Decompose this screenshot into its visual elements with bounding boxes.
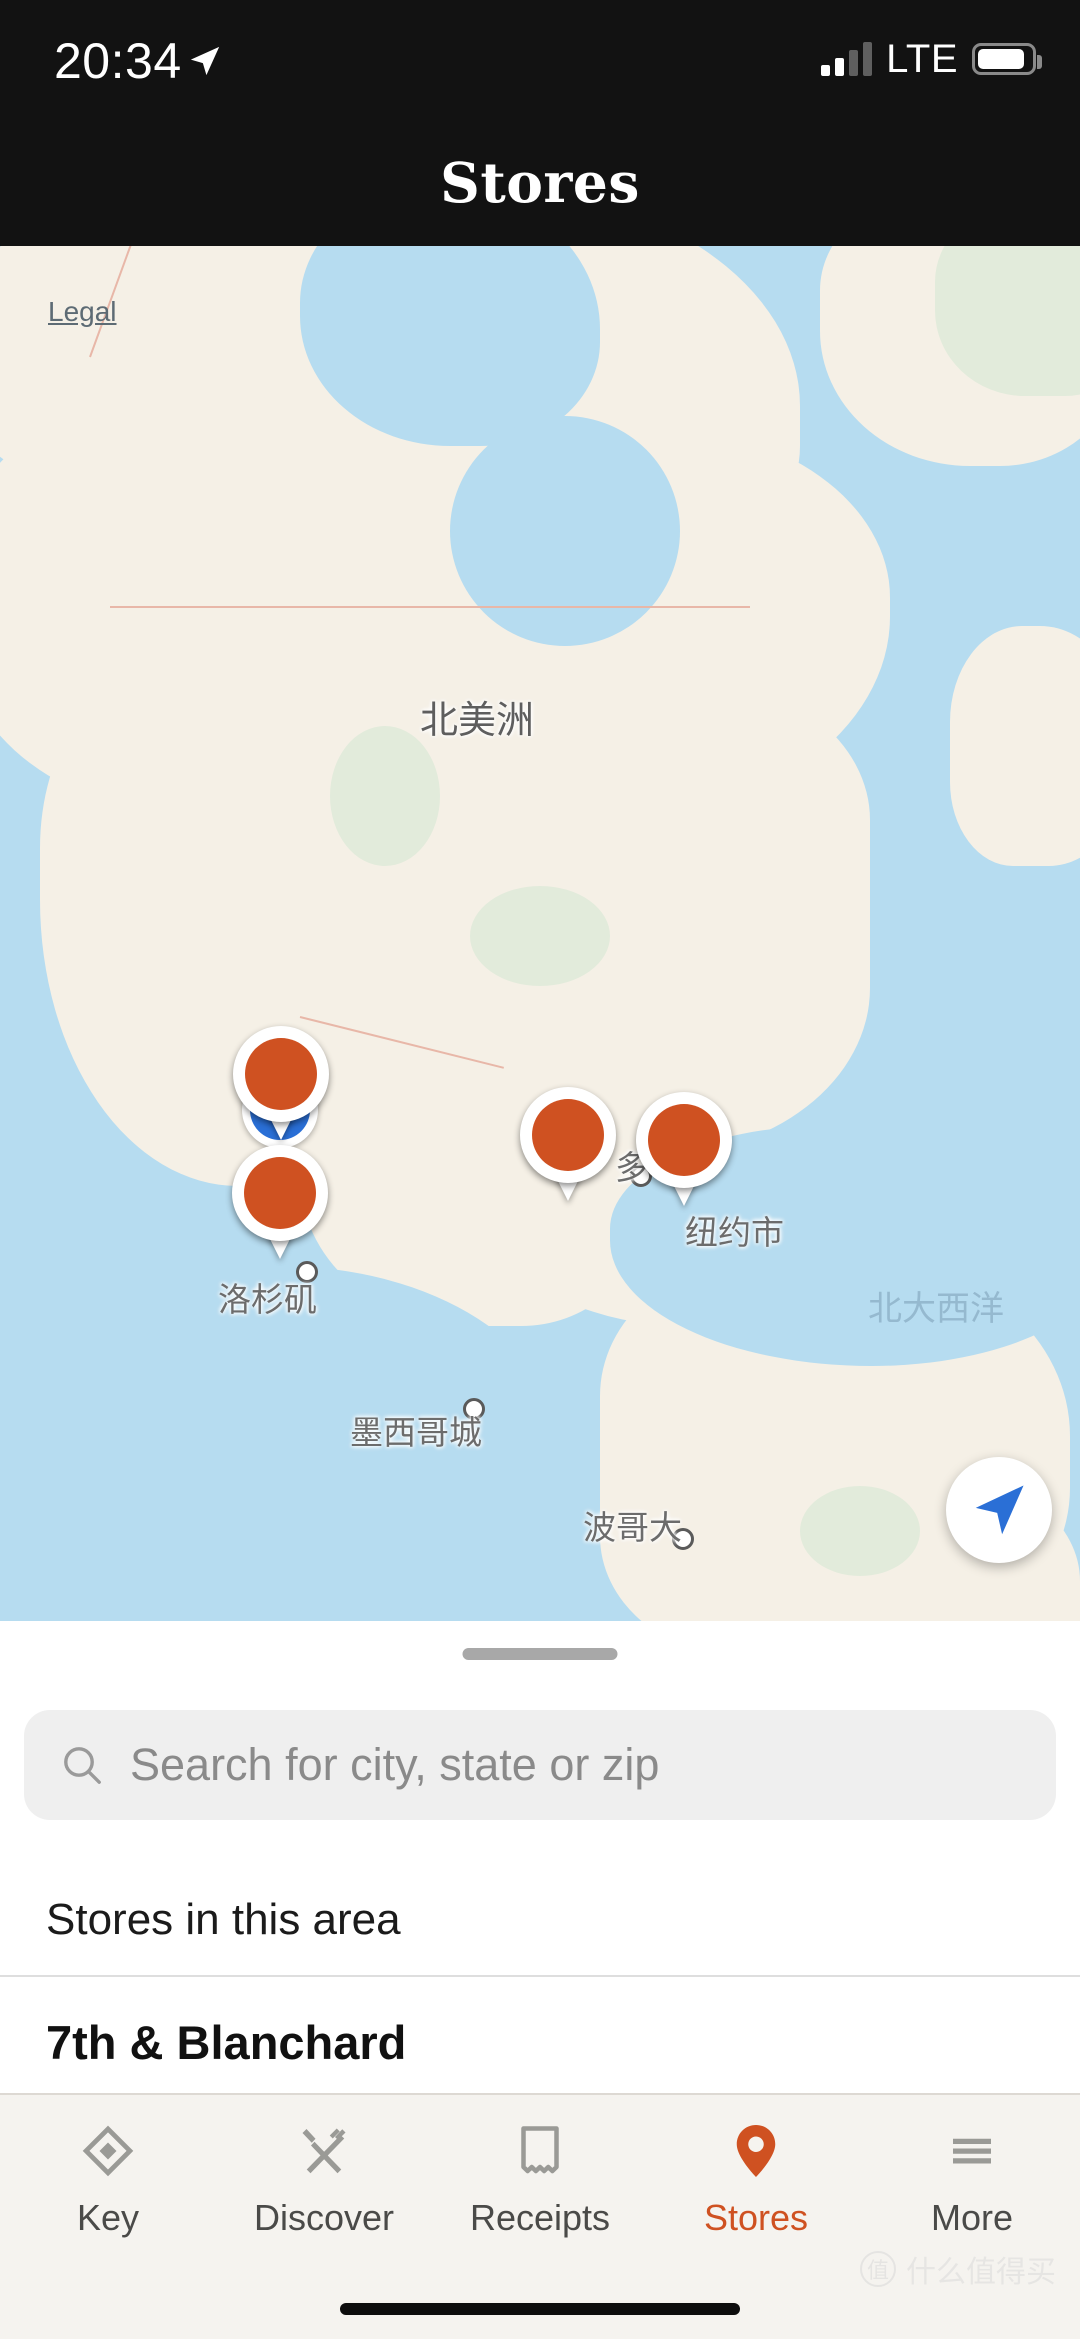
diamond-key-icon: [76, 2119, 140, 2183]
drag-handle[interactable]: [462, 1648, 618, 1660]
tab-stores[interactable]: Stores: [648, 2119, 864, 2239]
list-divider: [0, 1975, 1080, 1977]
tab-discover-label: Discover: [253, 2197, 395, 2238]
network-type-label: LTE: [886, 37, 958, 81]
cellular-signal-icon: [821, 42, 873, 76]
tab-receipts[interactable]: Receipts: [432, 2119, 648, 2239]
map-green-plains: [470, 886, 610, 986]
watermark: 值 什么值得买: [860, 2247, 1056, 2291]
status-bar: 20:34 LTE: [0, 0, 1080, 122]
map-label-new-york-city: 纽约市: [685, 1213, 784, 1252]
search-icon: [64, 1747, 101, 1784]
locate-me-button[interactable]: [946, 1457, 1052, 1563]
bottom-tab-bar: Key Discover Receipts Stores More 值 什么值得…: [0, 2093, 1080, 2339]
tab-receipts-label: Receipts: [469, 2197, 611, 2238]
location-arrow-icon: [190, 46, 220, 76]
app-root: 20:34 LTE Stores Legal 北美洲 北大西洋 纽约市 多 洛杉…: [0, 0, 1080, 2339]
map-label-north-atlantic: 北大西洋: [868, 1289, 1004, 1329]
legal-link[interactable]: Legal: [48, 296, 117, 328]
status-bar-time: 20:34: [54, 33, 182, 89]
map-water-hudson-bay: [450, 416, 680, 646]
map-view[interactable]: Legal 北美洲 北大西洋 纽约市 多 洛杉矶 墨西哥城 波哥大 南美洲 南太…: [0, 246, 1080, 1621]
tab-more[interactable]: More: [864, 2119, 1080, 2239]
store-list-item-name[interactable]: 7th & Blanchard: [46, 2015, 406, 2070]
watermark-text: 什么值得买: [906, 2255, 1056, 2290]
map-green-rockies: [330, 726, 440, 866]
search-input[interactable]: Search for city, state or zip: [130, 1739, 659, 1791]
map-green-amazon: [800, 1486, 920, 1576]
navigation-bar: Stores: [0, 122, 1080, 246]
fork-knife-icon: [292, 2119, 356, 2183]
hamburger-menu-icon: [940, 2119, 1004, 2183]
tab-discover[interactable]: Discover: [216, 2119, 432, 2239]
map-land-atlantic-edge: [950, 626, 1080, 866]
tab-key[interactable]: Key: [0, 2119, 216, 2239]
map-label-north-america: 北美洲: [420, 698, 535, 742]
section-title-stores-in-area: Stores in this area: [46, 1895, 401, 1944]
tab-stores-label: Stores: [703, 2197, 809, 2238]
page-title: Stores: [440, 150, 640, 215]
tab-key-label: Key: [76, 2197, 140, 2238]
status-bar-indicators: LTE: [821, 37, 1042, 81]
watermark-logo: 值: [860, 2251, 896, 2287]
tab-more-label: More: [930, 2197, 1014, 2238]
navigation-arrow-icon: [975, 1485, 1024, 1535]
battery-icon: [972, 43, 1042, 75]
map-label-mexico-city: 墨西哥城: [350, 1413, 482, 1452]
home-indicator[interactable]: [340, 2303, 740, 2315]
map-border-canada-usa: [110, 606, 750, 608]
receipt-icon: [508, 2119, 572, 2183]
map-pin-icon: [724, 2119, 788, 2183]
map-label-los-angeles: 洛杉矶: [218, 1280, 317, 1319]
search-bar[interactable]: Search for city, state or zip: [24, 1710, 1056, 1820]
map-label-bogota: 波哥大: [583, 1508, 682, 1547]
